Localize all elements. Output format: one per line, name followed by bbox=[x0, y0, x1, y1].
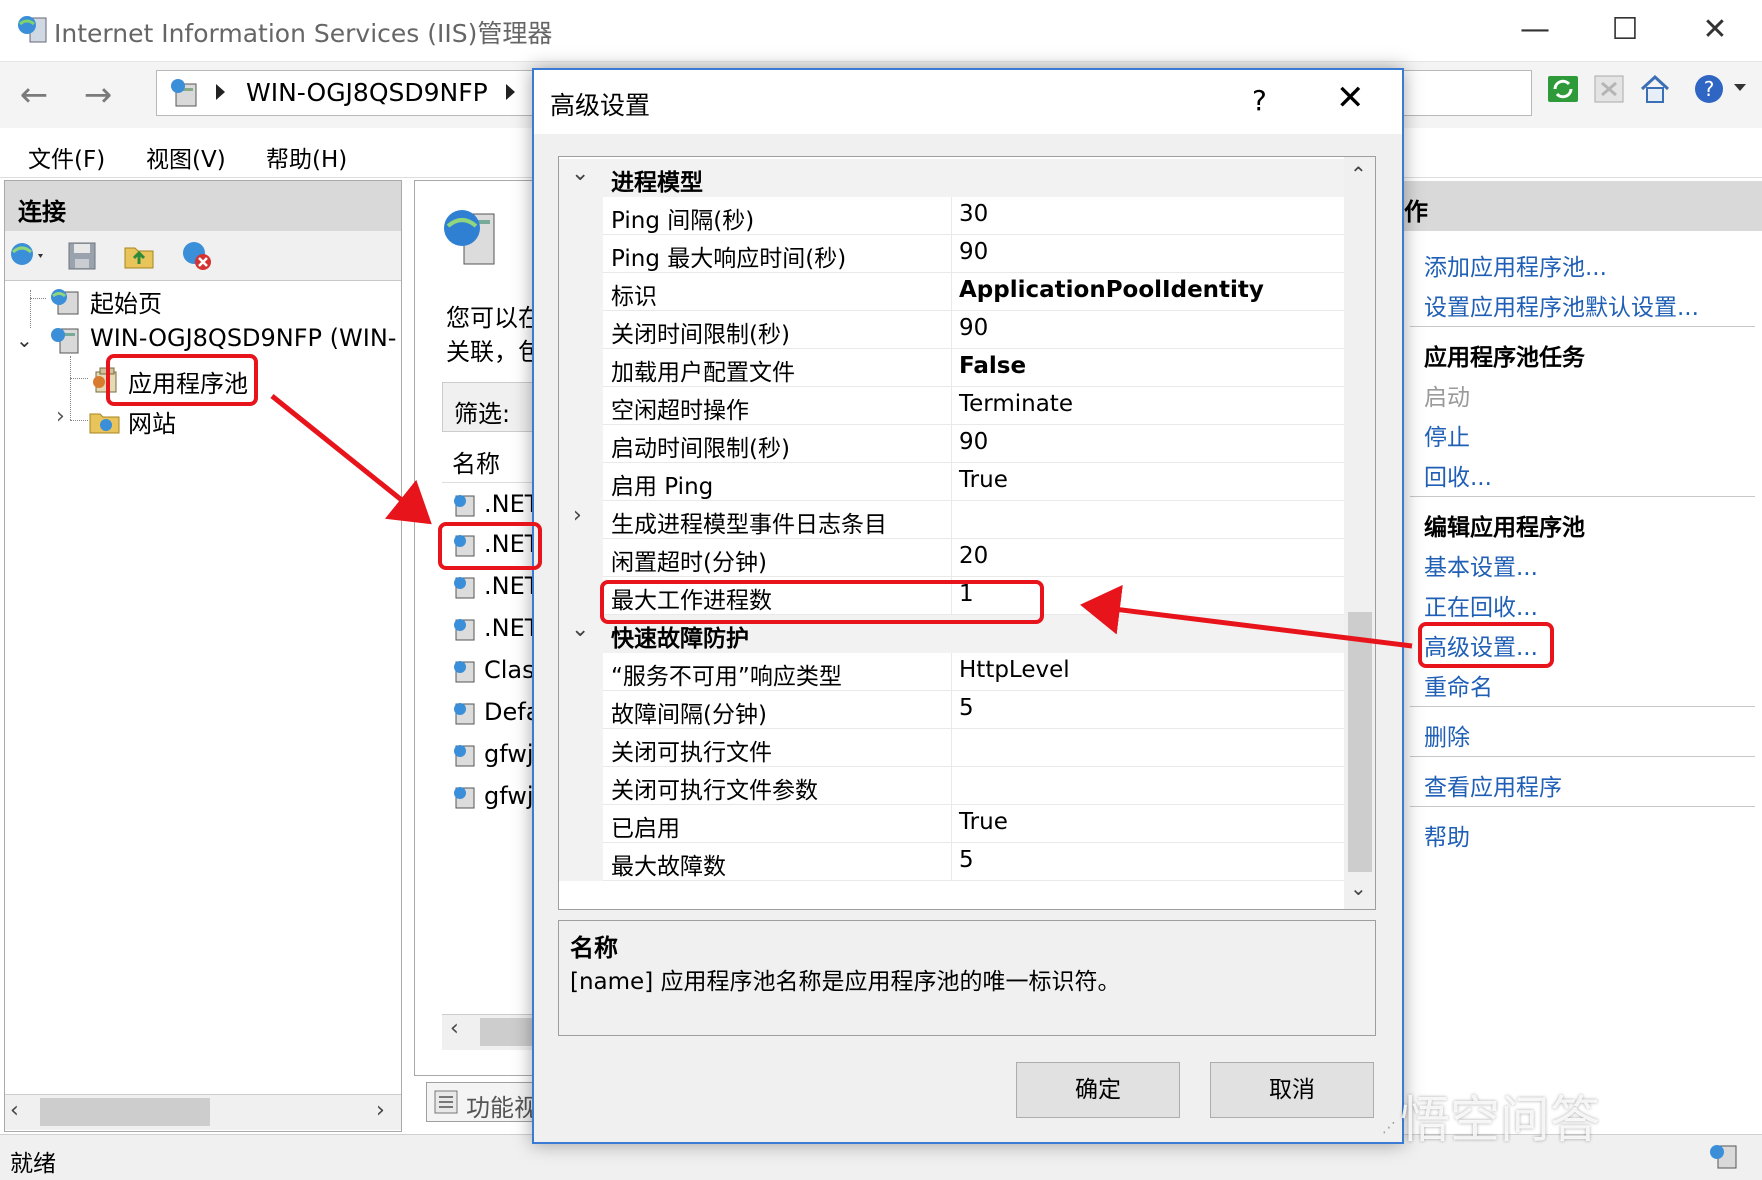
watermark: 悟空问答 bbox=[1400, 1091, 1600, 1149]
arrow-to-max-worker-processes bbox=[1080, 584, 1413, 649]
arrow-to-app-pool-row bbox=[270, 394, 432, 525]
annotation-arrows bbox=[270, 394, 1413, 649]
